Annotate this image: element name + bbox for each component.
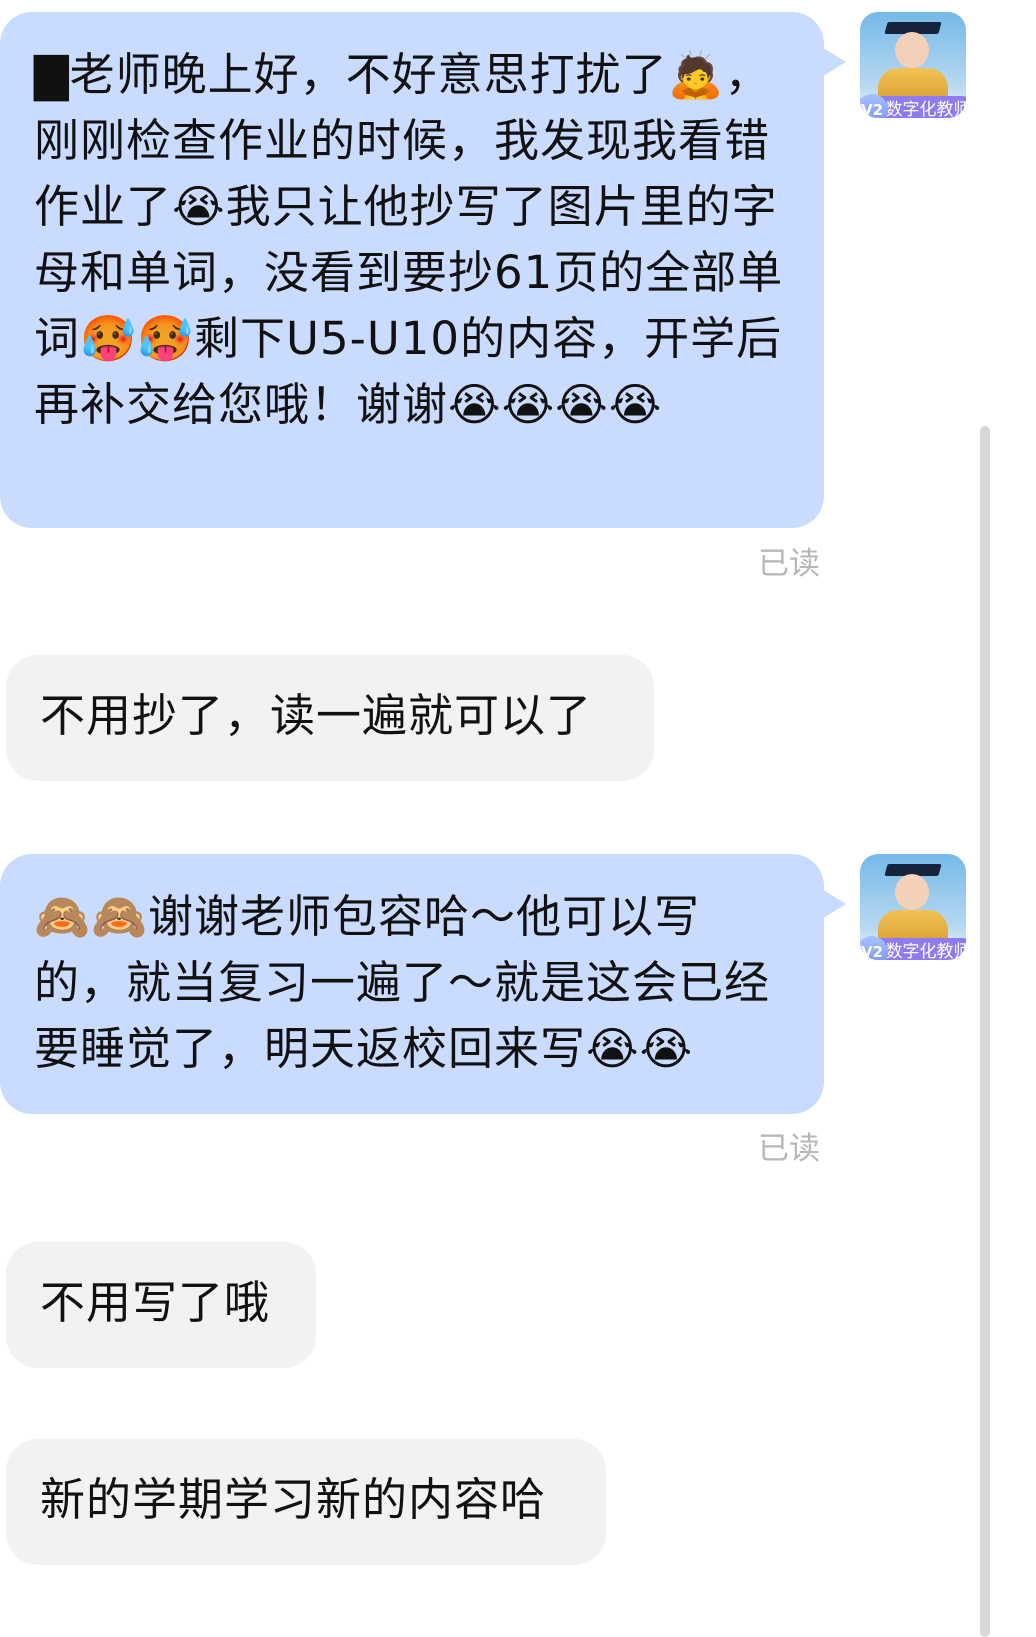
avatar-face xyxy=(895,874,929,910)
v2-badge-icon: V2 xyxy=(860,936,888,960)
message-bubble-1[interactable]: ▇老师晚上好，不好意思打扰了🙇，刚刚检查作业的时候，我发现我看错作业了😭我只让他… xyxy=(0,12,846,528)
read-status-2: 已读 xyxy=(758,1131,820,1167)
message-text-3: 🙈🙈谢谢老师包容哈～他可以写的，就当复习一遍了～就是这会已经要睡觉了，明天返校回… xyxy=(34,890,771,1075)
read-status-1: 已读 xyxy=(758,546,820,582)
message-text-1: ▇老师晚上好，不好意思打扰了🙇，刚刚检查作业的时候，我发现我看错作业了😭我只让他… xyxy=(34,48,784,431)
message-text-4: 不用写了哦 xyxy=(40,1276,271,1329)
chat-thread: ▇老师晚上好，不好意思打扰了🙇，刚刚检查作业的时候，我发现我看错作业了😭我只让他… xyxy=(0,0,1036,1637)
teacher-badge-1: V2 数字化教师 xyxy=(860,94,967,118)
teacher-badge-label-2: 数字化教师 xyxy=(885,942,967,960)
message-text-5: 新的学期学习新的内容哈 xyxy=(40,1473,547,1526)
message-bubble-5[interactable]: 新的学期学习新的内容哈 xyxy=(6,1439,606,1565)
v2-badge-icon: V2 xyxy=(860,94,888,118)
teacher-badge-2: V2 数字化教师 xyxy=(860,936,967,960)
scrollbar[interactable] xyxy=(980,426,990,1637)
message-bubble-3[interactable]: 🙈🙈谢谢老师包容哈～他可以写的，就当复习一遍了～就是这会已经要睡觉了，明天返校回… xyxy=(0,854,846,1114)
sender-avatar-2[interactable]: V2 数字化教师 xyxy=(860,854,966,960)
teacher-badge-label-1: 数字化教师 xyxy=(885,100,967,118)
sender-avatar-1[interactable]: V2 数字化教师 xyxy=(860,12,966,118)
message-bubble-4[interactable]: 不用写了哦 xyxy=(6,1242,316,1368)
message-text-2: 不用抄了，读一遍就可以了 xyxy=(40,689,593,742)
avatar-face xyxy=(895,32,929,68)
message-bubble-2[interactable]: 不用抄了，读一遍就可以了 xyxy=(6,655,654,781)
